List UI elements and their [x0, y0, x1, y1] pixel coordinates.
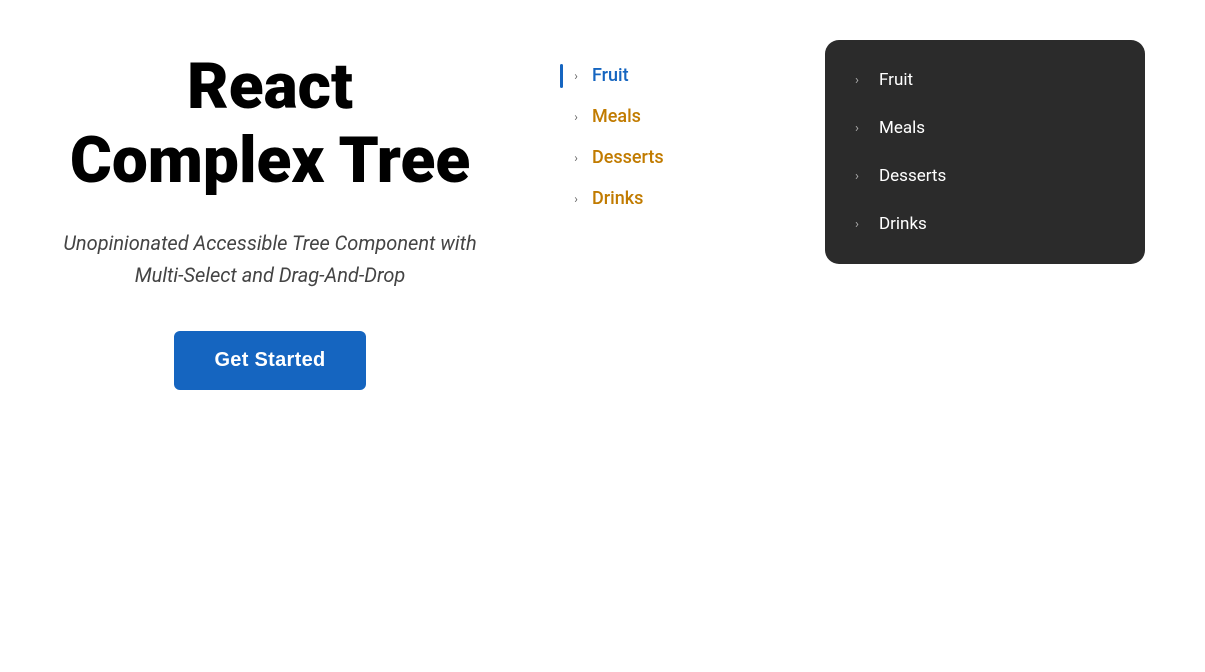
light-tree-label-fruit: Fruit: [592, 65, 629, 86]
dark-tree-item-meals[interactable]: › Meals: [825, 104, 1145, 152]
hero-subtitle: Unopinionated Accessible Tree Component …: [60, 227, 480, 291]
chevron-right-icon: ›: [568, 109, 584, 125]
chevron-right-icon: ›: [849, 120, 865, 136]
dark-tree-item-desserts[interactable]: › Desserts: [825, 152, 1145, 200]
dark-tree-item-drinks[interactable]: › Drinks: [825, 200, 1145, 248]
light-tree-item-drinks[interactable]: › Drinks: [560, 178, 825, 219]
dark-tree-list: › Fruit › Meals › Desserts › Drinks: [825, 56, 1145, 248]
light-tree-section: › Fruit › Meals › Desserts › Drinks: [480, 40, 825, 219]
dark-tree-label-desserts: Desserts: [879, 166, 946, 186]
dark-tree-section: › Fruit › Meals › Desserts › Drinks: [825, 40, 1145, 264]
chevron-right-icon: ›: [849, 168, 865, 184]
chevron-right-icon: ›: [849, 216, 865, 232]
light-tree-list: › Fruit › Meals › Desserts › Drinks: [560, 55, 825, 219]
page-title: React Complex Tree: [60, 50, 480, 197]
light-tree-label-drinks: Drinks: [592, 188, 643, 209]
chevron-right-icon: ›: [568, 191, 584, 207]
light-tree-item-desserts[interactable]: › Desserts: [560, 137, 825, 178]
dark-tree-container: › Fruit › Meals › Desserts › Drinks: [825, 40, 1145, 264]
page-layout: React Complex Tree Unopinionated Accessi…: [60, 40, 1145, 390]
light-tree-label-desserts: Desserts: [592, 147, 664, 168]
hero-section: React Complex Tree Unopinionated Accessi…: [60, 40, 480, 390]
dark-tree-label-meals: Meals: [879, 118, 925, 138]
light-tree-label-meals: Meals: [592, 106, 641, 127]
chevron-right-icon: ›: [849, 72, 865, 88]
light-tree-item-fruit[interactable]: › Fruit: [560, 55, 825, 96]
dark-tree-label-fruit: Fruit: [879, 70, 913, 90]
dark-tree-item-fruit[interactable]: › Fruit: [825, 56, 1145, 104]
chevron-right-icon: ›: [568, 150, 584, 166]
chevron-right-icon: ›: [568, 68, 584, 84]
get-started-button[interactable]: Get Started: [174, 331, 365, 390]
dark-tree-label-drinks: Drinks: [879, 214, 927, 234]
light-tree-item-meals[interactable]: › Meals: [560, 96, 825, 137]
